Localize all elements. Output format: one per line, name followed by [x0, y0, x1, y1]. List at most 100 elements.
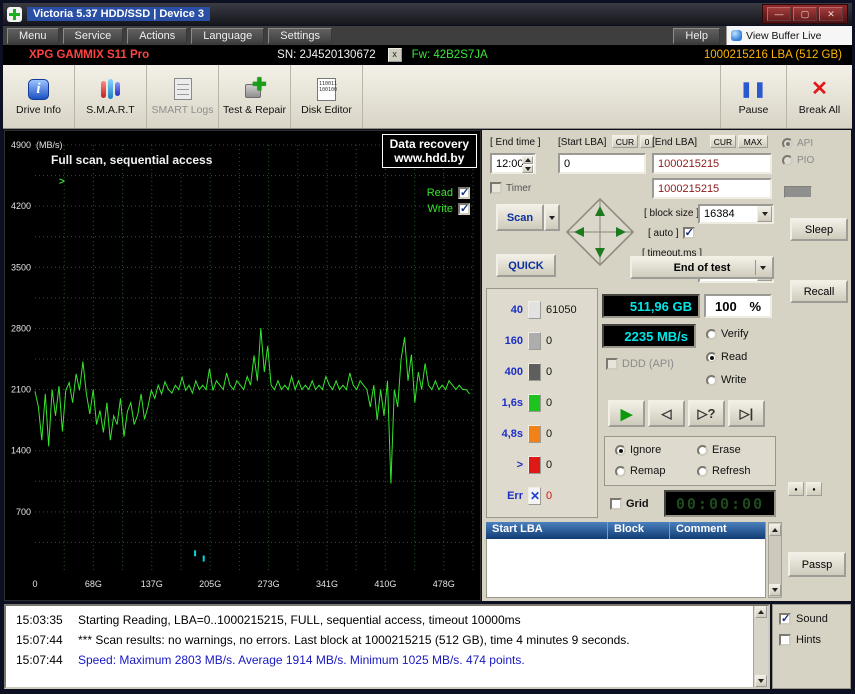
end-lba-field[interactable]: 1000215215	[652, 153, 772, 174]
end-lba-cur-button[interactable]: CUR	[710, 135, 736, 148]
disk-editor-button[interactable]: 110011 100100 Disk Editor	[291, 65, 363, 128]
svg-text:0: 0	[32, 579, 37, 589]
pause-button[interactable]: ❚❚ Pause	[720, 65, 786, 128]
remap-option[interactable]: Remap	[615, 465, 665, 477]
erase-option[interactable]: Erase	[697, 444, 741, 456]
grid-checkbox[interactable]	[610, 498, 622, 510]
timer-checkbox[interactable]	[490, 182, 502, 194]
start-lba-cur-button[interactable]: CUR	[612, 135, 638, 148]
hints-toggle[interactable]: Hints	[779, 634, 844, 646]
stat-row: 1600	[491, 329, 593, 353]
menu-item-language[interactable]: Language	[191, 28, 264, 44]
view-buffer-live-label: View Buffer Live	[746, 30, 822, 42]
seek-button[interactable]: ▷?	[688, 400, 725, 427]
disabled-indicator	[784, 186, 812, 198]
time-up-button[interactable]	[522, 156, 533, 164]
svg-text:1400: 1400	[11, 446, 31, 456]
grid-toggle[interactable]: Grid	[610, 498, 649, 510]
menu-item-menu[interactable]: Menu	[7, 28, 59, 44]
ddd-toggle[interactable]: DDD (API)	[606, 358, 674, 370]
latency-chip-160	[528, 332, 541, 350]
end-of-test-combo[interactable]: End of test	[630, 256, 774, 279]
svg-text:4200: 4200	[11, 201, 31, 211]
refresh-radio[interactable]	[697, 466, 708, 477]
log-scrollbar[interactable]	[753, 606, 768, 687]
pio-radio[interactable]	[782, 155, 793, 166]
scroll-up-icon[interactable]	[769, 524, 781, 536]
verify-option[interactable]: Verify	[706, 328, 749, 340]
quick-button[interactable]: QUICK	[496, 254, 556, 277]
ignore-radio[interactable]	[615, 445, 626, 456]
view-buffer-live[interactable]: View Buffer Live	[726, 26, 852, 45]
infobar-close-button[interactable]: x	[388, 48, 402, 62]
minimize-button[interactable]: —	[767, 7, 791, 21]
break-all-icon: ✕	[811, 79, 828, 99]
drive-info-button[interactable]: i Drive Info	[3, 65, 75, 128]
end-of-test-drop-icon[interactable]	[755, 260, 770, 275]
write-option[interactable]: Write	[706, 374, 746, 386]
pio-option[interactable]: PIO	[782, 155, 814, 166]
end-lba-max-button[interactable]: MAX	[738, 135, 768, 148]
play-button[interactable]: ▶	[608, 400, 645, 427]
close-button[interactable]: ✕	[819, 7, 843, 21]
menu-item-service[interactable]: Service	[63, 28, 124, 44]
col-block: Block	[608, 522, 670, 539]
end-time-field[interactable]: 12:00	[490, 153, 536, 174]
go-end-button[interactable]: ▷|	[728, 400, 765, 427]
scan-button[interactable]: Scan	[496, 204, 544, 231]
sound-toggle[interactable]: Sound	[779, 613, 844, 625]
jog-pad[interactable]	[564, 196, 636, 268]
svg-text:273G: 273G	[258, 579, 280, 589]
hints-checkbox[interactable]	[779, 634, 791, 646]
api-radio[interactable]	[782, 138, 793, 149]
ignore-option[interactable]: Ignore	[615, 444, 661, 456]
stat-row: 4,8s0	[491, 422, 593, 446]
step-back-button[interactable]: ◁	[648, 400, 685, 427]
log-scroll-down-icon[interactable]	[755, 675, 767, 687]
pause-icon: ❚❚	[740, 80, 767, 98]
auto-checkbox[interactable]	[683, 227, 695, 239]
write-radio[interactable]	[706, 375, 717, 386]
timer-toggle[interactable]: Timer	[490, 182, 531, 194]
log-scroll-up-icon[interactable]	[755, 606, 767, 618]
sound-checkbox[interactable]	[779, 613, 791, 625]
drive-info-bar: XPG GAMMIX S11 Pro SN: 2J4520130672 x Fw…	[3, 45, 852, 65]
sleep-button[interactable]: Sleep	[790, 218, 848, 241]
read-checkbox[interactable]	[458, 187, 470, 199]
read-option[interactable]: Read	[706, 351, 747, 363]
menu-item-help[interactable]: Help	[673, 28, 720, 44]
percent-display: 100%	[704, 294, 772, 318]
maximize-button[interactable]: ▢	[793, 7, 817, 21]
recall-button[interactable]: Recall	[790, 280, 848, 303]
test-repair-button[interactable]: Test & Repair	[219, 65, 291, 128]
block-size-combo[interactable]: 16384	[698, 204, 774, 224]
time-down-button[interactable]	[522, 165, 533, 173]
menu-item-actions[interactable]: Actions	[127, 28, 187, 44]
menu-item-settings[interactable]: Settings	[268, 28, 332, 44]
transport-controls: ▶ ◁ ▷? ▷|	[608, 400, 765, 427]
start-lba-field[interactable]: 0	[558, 153, 646, 174]
defect-table-body	[486, 539, 766, 598]
smart-button[interactable]: S.M.A.R.T	[75, 65, 147, 128]
block-size-drop-icon[interactable]	[757, 206, 772, 222]
erase-radio[interactable]	[697, 445, 708, 456]
svg-text:(MB/s): (MB/s)	[36, 140, 63, 150]
verify-radio[interactable]	[706, 329, 717, 340]
passp-button[interactable]: Passp	[788, 552, 846, 577]
read-radio[interactable]	[706, 352, 717, 363]
break-all-button[interactable]: ✕ Break All	[786, 65, 852, 128]
ddd-checkbox[interactable]	[606, 358, 618, 370]
mini-button-1[interactable]: ▪	[788, 482, 804, 496]
smart-logs-button[interactable]: SMART Logs	[147, 65, 219, 128]
write-checkbox[interactable]	[458, 203, 470, 215]
remap-radio[interactable]	[615, 466, 626, 477]
buffer-icon	[731, 30, 742, 41]
scroll-down-icon[interactable]	[769, 584, 781, 596]
end-lba-field-2[interactable]: 1000215215	[652, 178, 772, 199]
scan-dropdown-button[interactable]	[544, 204, 560, 231]
mini-button-2[interactable]: ▪	[806, 482, 822, 496]
defect-table-scrollbar[interactable]	[768, 522, 782, 598]
api-option[interactable]: API	[782, 138, 813, 149]
refresh-option[interactable]: Refresh	[697, 465, 751, 477]
auto-toggle[interactable]: [ auto ]	[648, 227, 695, 239]
